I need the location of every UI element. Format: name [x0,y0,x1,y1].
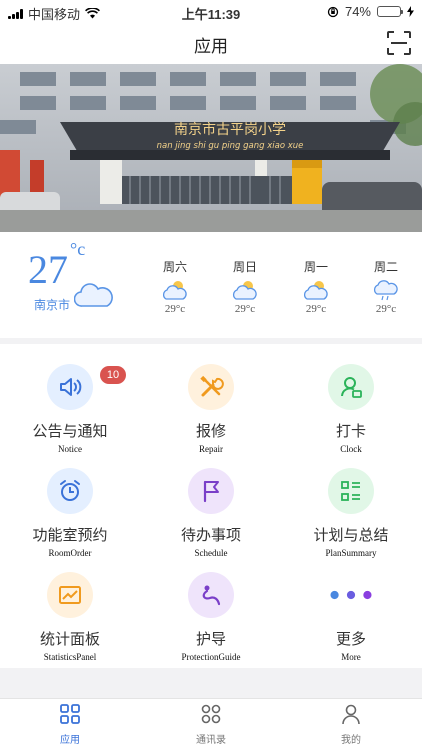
forecast-day-4: 周二 29°c [373,260,398,315]
app-more[interactable]: 更多 More [281,552,421,662]
speaker-icon [47,364,93,410]
app-clock[interactable]: 打卡 Clock [281,344,421,454]
battery-icon [377,6,403,17]
sun-cloud-icon [232,281,257,300]
banner-sign-cn: 南京市古平岗小学 [174,121,286,138]
sun-cloud-icon [162,281,187,300]
app-repair[interactable]: 报修 Repair [141,344,281,454]
weather-panel[interactable]: 27 °c 南京市 周六 29°c 周日 29°c 周一 29°c 周二 29°c [0,232,422,338]
app-notice[interactable]: 公告与通知 Notice [0,344,140,454]
orientation-lock-icon [327,6,339,17]
app-statistics[interactable]: 统计面板 StatisticsPanel [0,552,140,662]
list-icon [328,468,374,514]
app-room-order[interactable]: 功能室预约 RoomOrder [0,448,140,558]
alarm-clock-icon [47,468,93,514]
app-grid: 公告与通知 Notice 10 报修 Repair 打卡 Clock 功能室预约… [0,344,422,668]
forecast-day-2: 周日 29°c [232,260,257,315]
tab-contacts[interactable]: 通讯录 [181,703,241,746]
city-label: 南京市 [34,298,71,312]
charging-icon [407,6,414,17]
more-dots-icon [328,572,374,618]
tab-apps[interactable]: 应用 [40,703,100,746]
tab-bar: 应用 通讯录 我的 [0,698,422,750]
nav-bar: 应用 [0,22,422,64]
banner-image[interactable]: 南京市古平岗小学 nan jing shi gu ping gang xiao … [0,64,422,232]
app-schedule[interactable]: 待办事项 Schedule [141,448,281,558]
chart-icon [47,572,93,618]
user-card-icon [328,364,374,410]
flag-icon [188,468,234,514]
status-bar: 中国移动 上午11:39 74% [0,0,422,22]
tools-icon [188,364,234,410]
battery-percent: 74% [344,4,371,19]
route-icon [188,572,234,618]
cloud-icon [74,283,113,307]
apps-grid-icon [60,704,80,724]
tab-me[interactable]: 我的 [321,703,381,746]
forecast-day-1: 周六 29°c [162,260,187,315]
app-protection-guide[interactable]: 护导 ProtectionGuide [141,552,281,662]
sun-cloud-icon [303,281,328,300]
notice-badge: 10 [100,366,126,384]
forecast-day-3: 周一 29°c [303,260,328,315]
scan-qr-icon[interactable] [386,30,412,56]
app-plan-summary[interactable]: 计划与总结 PlanSummary [281,448,421,558]
rain-cloud-icon [373,280,398,301]
contacts-icon [201,704,221,724]
person-icon [342,704,360,725]
page-title: 应用 [194,37,228,56]
banner-sign-pinyin: nan jing shi gu ping gang xiao xue [157,141,304,151]
